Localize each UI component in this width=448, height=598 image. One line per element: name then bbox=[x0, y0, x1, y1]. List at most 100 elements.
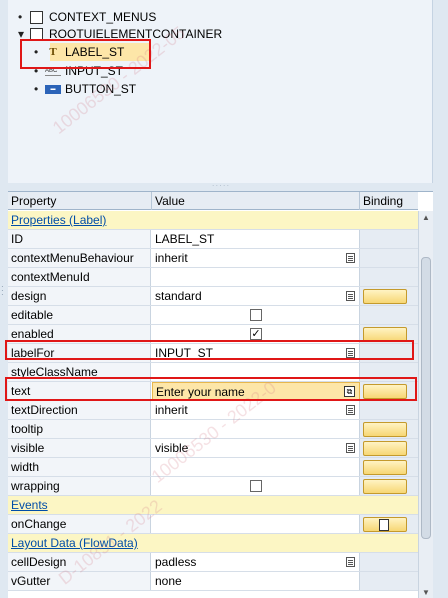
binding-button[interactable] bbox=[363, 289, 407, 304]
property-value[interactable] bbox=[152, 420, 360, 438]
property-name: contextMenuBehaviour bbox=[8, 249, 151, 267]
binding-button[interactable] bbox=[363, 460, 407, 475]
property-name: vGutter bbox=[8, 572, 151, 590]
property-value[interactable] bbox=[152, 306, 360, 324]
property-name: contextMenuId bbox=[8, 268, 151, 286]
scroll-down-icon[interactable]: ▼ bbox=[421, 588, 431, 597]
binding-cell bbox=[360, 420, 418, 438]
scroll-up-icon[interactable]: ▲ bbox=[421, 213, 431, 222]
document-icon bbox=[379, 519, 389, 531]
property-name: wrapping bbox=[8, 477, 151, 495]
section-header[interactable]: Events bbox=[8, 496, 418, 515]
left-resize-grip[interactable]: · · · bbox=[0, 0, 8, 598]
property-name: tooltip bbox=[8, 420, 151, 438]
highlight-box-text bbox=[5, 377, 417, 401]
property-value-text: visible bbox=[155, 441, 189, 455]
event-handler-button[interactable] bbox=[363, 517, 407, 532]
property-value[interactable]: visible bbox=[152, 439, 360, 457]
ui-element-tree: • CONTEXT_MENUS ▾ ROOTUIELEMENTCONTAINER… bbox=[8, 0, 433, 183]
property-value[interactable]: standard bbox=[152, 287, 360, 305]
binding-cell bbox=[360, 458, 418, 476]
scroll-thumb[interactable] bbox=[421, 257, 431, 539]
property-value-text: none bbox=[155, 574, 182, 588]
binding-button[interactable] bbox=[363, 479, 407, 494]
property-row[interactable]: cellDesign padless bbox=[8, 553, 418, 572]
binding-cell bbox=[360, 268, 418, 286]
binding-cell bbox=[360, 553, 418, 571]
list-icon[interactable] bbox=[346, 557, 355, 567]
checkbox-icon[interactable]: ✓ bbox=[250, 328, 262, 340]
binding-cell bbox=[360, 534, 418, 552]
binding-cell bbox=[360, 249, 418, 267]
binding-cell bbox=[360, 496, 418, 514]
property-value[interactable]: inherit bbox=[152, 249, 360, 267]
section-header[interactable]: Properties (Label) bbox=[8, 211, 418, 230]
property-value[interactable] bbox=[152, 477, 360, 495]
tree-node-label: CONTEXT_MENUS bbox=[49, 10, 157, 24]
vertical-scrollbar[interactable]: ▲ ▼ bbox=[418, 211, 433, 598]
list-icon[interactable] bbox=[346, 443, 355, 453]
binding-cell bbox=[360, 287, 418, 305]
checkbox-icon[interactable] bbox=[250, 480, 262, 492]
column-header-binding[interactable]: Binding bbox=[360, 192, 418, 210]
list-icon[interactable] bbox=[346, 405, 355, 415]
binding-cell bbox=[360, 572, 418, 590]
property-value-text: inherit bbox=[155, 251, 188, 265]
checkbox-icon bbox=[30, 11, 43, 24]
panel-splitter[interactable]: · · · · · bbox=[8, 183, 433, 191]
property-row[interactable]: contextMenuId bbox=[8, 268, 418, 287]
property-name: ID bbox=[8, 230, 151, 248]
property-value[interactable] bbox=[152, 268, 360, 286]
property-name: onChange bbox=[8, 515, 151, 533]
property-row[interactable]: wrapping bbox=[8, 477, 418, 496]
property-value-text: LABEL_ST bbox=[155, 232, 215, 246]
binding-button[interactable] bbox=[363, 441, 407, 456]
property-value[interactable] bbox=[152, 515, 360, 533]
property-row[interactable]: design standard bbox=[8, 287, 418, 306]
property-value[interactable] bbox=[152, 458, 360, 476]
binding-cell bbox=[360, 211, 418, 229]
property-row[interactable]: editable bbox=[8, 306, 418, 325]
binding-cell bbox=[360, 477, 418, 495]
highlight-box-labelfor bbox=[5, 340, 414, 360]
button-icon: ▬ bbox=[45, 85, 61, 94]
section-title[interactable]: Properties (Label) bbox=[8, 211, 360, 229]
property-name: design bbox=[8, 287, 151, 305]
property-row[interactable]: contextMenuBehaviour inherit bbox=[8, 249, 418, 268]
property-value-text: standard bbox=[155, 289, 202, 303]
list-icon[interactable] bbox=[346, 253, 355, 263]
property-value[interactable]: inherit bbox=[152, 401, 360, 419]
list-icon[interactable] bbox=[346, 291, 355, 301]
highlight-box-label-st bbox=[20, 39, 151, 69]
property-name: cellDesign bbox=[8, 553, 151, 571]
property-value[interactable]: LABEL_ST bbox=[152, 230, 360, 248]
property-row[interactable]: visible visible bbox=[8, 439, 418, 458]
property-name: visible bbox=[8, 439, 151, 457]
checkbox-icon[interactable] bbox=[250, 309, 262, 321]
binding-cell bbox=[360, 230, 418, 248]
grid-header: Property Value Binding bbox=[8, 192, 418, 210]
property-row[interactable]: onChange bbox=[8, 515, 418, 534]
column-header-value[interactable]: Value bbox=[152, 192, 360, 210]
property-row[interactable]: tooltip bbox=[8, 420, 418, 439]
property-value[interactable]: none bbox=[152, 572, 360, 590]
property-name: editable bbox=[8, 306, 151, 324]
property-name: textDirection bbox=[8, 401, 151, 419]
property-value-text: padless bbox=[155, 555, 197, 569]
section-header[interactable]: Layout Data (FlowData) bbox=[8, 534, 418, 553]
property-name: width bbox=[8, 458, 151, 476]
property-row[interactable]: vGutter none bbox=[8, 572, 418, 591]
property-value[interactable]: padless bbox=[152, 553, 360, 571]
binding-cell bbox=[360, 306, 418, 324]
property-row[interactable]: width bbox=[8, 458, 418, 477]
section-title[interactable]: Events bbox=[8, 496, 360, 514]
binding-button[interactable] bbox=[363, 422, 407, 437]
binding-cell bbox=[360, 401, 418, 419]
binding-cell bbox=[360, 515, 418, 533]
property-row[interactable]: ID LABEL_ST bbox=[8, 230, 418, 249]
tree-node-label: BUTTON_ST bbox=[65, 82, 137, 96]
column-header-property[interactable]: Property bbox=[8, 192, 152, 210]
property-value-text: inherit bbox=[155, 403, 188, 417]
property-row[interactable]: textDirection inherit bbox=[8, 401, 418, 420]
section-title[interactable]: Layout Data (FlowData) bbox=[8, 534, 360, 552]
